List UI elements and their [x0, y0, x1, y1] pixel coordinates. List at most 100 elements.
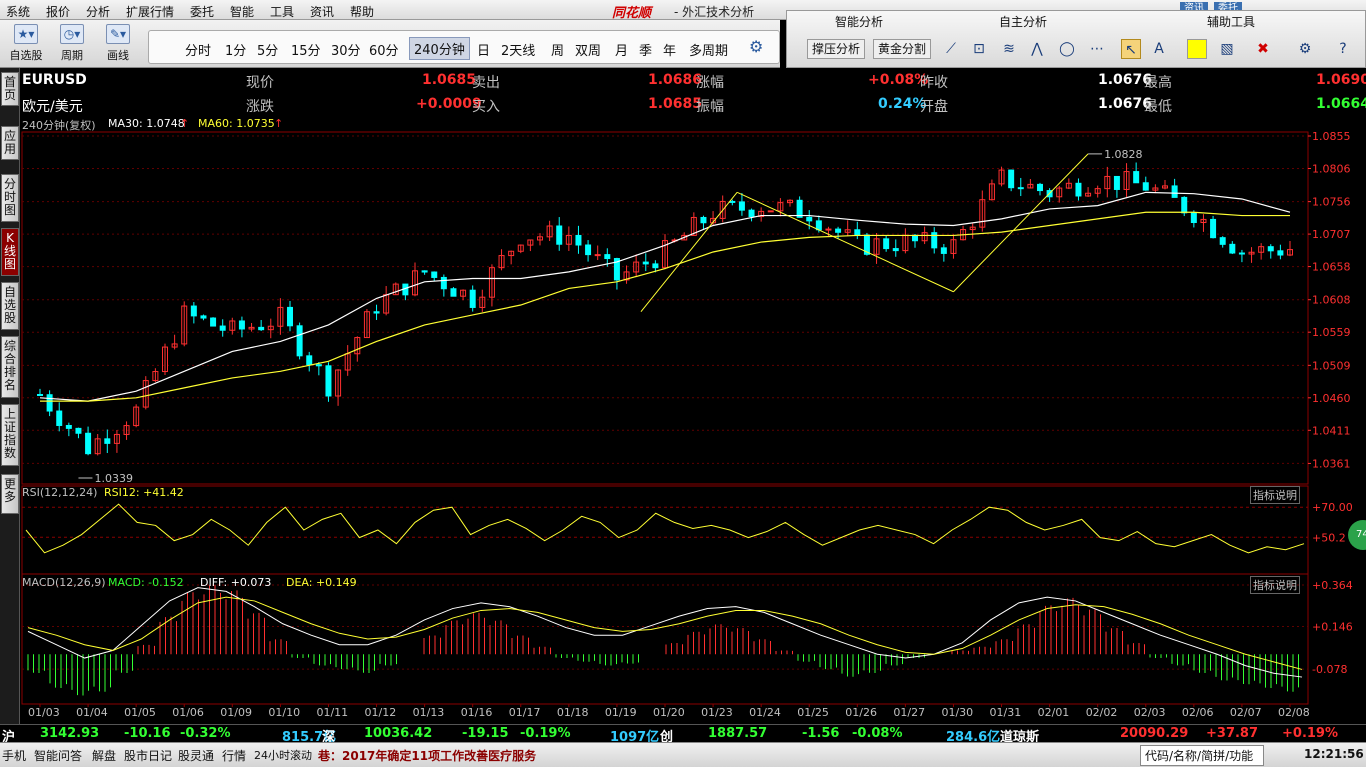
status-24h[interactable]: 24小时滚动 [254, 747, 312, 763]
menu-system[interactable]: 系统 [6, 3, 30, 20]
period-1min[interactable]: 1分 [225, 40, 246, 59]
date-tick-label: 01/13 [413, 706, 445, 719]
period-15min[interactable]: 15分 [291, 40, 321, 59]
candle-body [1219, 237, 1226, 245]
candle-body [892, 248, 899, 252]
date-tick-label: 01/03 [28, 706, 60, 719]
date-tick-label: 01/11 [316, 706, 348, 719]
period-month[interactable]: 月 [615, 40, 628, 59]
status-stock-spirit[interactable]: 股灵通 [178, 747, 214, 764]
menu-help[interactable]: 帮助 [350, 3, 374, 20]
ticker-cy-pct: -0.08% [852, 726, 903, 741]
rsi-tick-label: +70.00 [1312, 501, 1353, 514]
label-open: 开盘 [920, 99, 948, 115]
period-week[interactable]: 周 [551, 40, 564, 59]
sidebar-item-home[interactable]: 首页 [1, 72, 19, 106]
period-30min[interactable]: 30分 [331, 40, 361, 59]
wave-icon[interactable]: ⋀ [1027, 39, 1047, 59]
period-2day[interactable]: 2天线 [501, 40, 535, 59]
golden-split-button[interactable]: 黄金分割 [873, 39, 932, 59]
candle-body [258, 326, 265, 331]
settings-icon[interactable]: ⚙ [1295, 39, 1315, 59]
chart-canvas[interactable]: 1.0855 1.0806 1.0756 1.0707 1.0658 1.0608 1.05… [20, 116, 1366, 724]
period-2week[interactable]: 双周 [575, 40, 601, 59]
help-icon[interactable]: ? [1333, 39, 1353, 59]
kline-chart[interactable]: 1.0855 1.0806 1.0756 1.0707 1.0658 1.0608 1.05… [20, 116, 1366, 724]
candle-body [1037, 183, 1043, 192]
candle-body [190, 305, 197, 317]
candle-body [65, 424, 72, 429]
rsi-indicator-help[interactable]: 指标说明 [1250, 486, 1300, 504]
candle-body [1181, 196, 1188, 214]
star-icon: ★▾ [14, 24, 38, 44]
period-button[interactable]: ◷▾ 周期 [52, 24, 92, 66]
tool-panel: 智能分析 自主分析 辅助工具 撑压分析 黄金分割 ⟋ ⊡ ≋ ⋀ ◯ ⋯ ↖ A… [786, 10, 1366, 68]
pointer-icon[interactable]: ↖ [1121, 39, 1141, 59]
menu-quote[interactable]: 报价 [46, 3, 70, 20]
ellipse-icon[interactable]: ◯ [1057, 39, 1077, 59]
date-tick-label: 02/07 [1230, 706, 1262, 719]
period-5min[interactable]: 5分 [257, 40, 278, 59]
period-multi[interactable]: 多周期 [689, 40, 728, 59]
period-60min[interactable]: 60分 [369, 40, 399, 59]
sidebar-item-timeshare[interactable]: 分时图 [1, 174, 19, 222]
line-draw-icon[interactable]: ⟋ [941, 39, 961, 59]
menu-news[interactable]: 资讯 [310, 3, 334, 20]
delete-icon[interactable]: ✖ [1253, 39, 1273, 59]
menu-trade[interactable]: 委托 [190, 3, 214, 20]
self-select-button[interactable]: ★▾ 自选股 [6, 24, 46, 66]
macd-indicator-help[interactable]: 指标说明 [1250, 576, 1300, 594]
bottom-bar: 沪 3142.93 -10.16 -0.32% 815.7亿 深 10036.4… [0, 724, 1366, 767]
candle-body [594, 254, 601, 257]
price-tick-label: 1.0658 [1312, 261, 1351, 274]
status-analysis[interactable]: 解盘 [92, 747, 116, 764]
period-240min[interactable]: 240分钟 [409, 37, 470, 60]
sidebar-item-more[interactable]: 更多 [1, 474, 19, 514]
fib-icon[interactable]: ≋ [999, 39, 1019, 59]
date-tick-label: 01/12 [365, 706, 397, 719]
candle-body [287, 306, 293, 327]
status-smart-qa[interactable]: 智能问答 [34, 747, 82, 764]
label-rise: 涨幅 [696, 75, 724, 91]
support-pressure-button[interactable]: 撑压分析 [807, 39, 866, 59]
status-mobile[interactable]: 手机 [2, 747, 26, 764]
ma30-label: MA30: 1.0748 [108, 117, 185, 130]
period-year[interactable]: 年 [663, 40, 676, 59]
menu-analysis[interactable]: 分析 [86, 3, 110, 20]
sidebar-item-shanghai-index[interactable]: 上证指数 [1, 404, 19, 466]
text-icon[interactable]: A [1149, 39, 1169, 59]
period-season[interactable]: 季 [639, 40, 652, 59]
period-tick[interactable]: 分时 [185, 40, 211, 59]
trend-line [736, 191, 954, 293]
chart-period-label: 240分钟(复权) [22, 119, 96, 132]
brush-icon[interactable]: ▧ [1217, 39, 1237, 59]
news-headline[interactable]: 巷：2017年确定11项工作改善医疗服务 [318, 747, 536, 764]
sidebar: 首页 应用 分时图 K线图 自选股 综合排名 上证指数 更多 [0, 68, 20, 724]
sidebar-item-kline[interactable]: K线图 [1, 228, 19, 276]
menu-smart[interactable]: 智能 [230, 3, 254, 20]
label-now: 现价 [246, 75, 274, 91]
period-day[interactable]: 日 [477, 40, 490, 59]
rect-icon[interactable]: ⊡ [969, 39, 989, 59]
sidebar-item-ranking[interactable]: 综合排名 [1, 336, 19, 398]
candle-body [421, 270, 428, 273]
candle-body [1190, 212, 1197, 224]
sidebar-item-watchlist[interactable]: 自选股 [1, 282, 19, 330]
status-market[interactable]: 行情 [222, 747, 246, 764]
status-diary[interactable]: 股市日记 [124, 747, 172, 764]
date-tick-label: 02/01 [1038, 706, 1070, 719]
search-input[interactable]: 代码/名称/简拼/功能 [1140, 745, 1264, 766]
label-prev-close: 昨收 [920, 75, 948, 91]
sidebar-item-apps[interactable]: 应用 [1, 126, 19, 160]
color-icon[interactable] [1187, 39, 1207, 59]
candle-body [1133, 171, 1140, 184]
more-icon[interactable]: ⋯ [1087, 39, 1107, 59]
candle-body [556, 225, 563, 245]
gear-icon[interactable]: ⚙ [749, 37, 763, 56]
date-tick-label: 01/06 [172, 706, 204, 719]
menu-extended[interactable]: 扩展行情 [126, 3, 174, 20]
candle-body [1277, 250, 1284, 256]
draw-button[interactable]: ✎▾ 画线 [98, 24, 138, 66]
menu-tools[interactable]: 工具 [270, 3, 294, 20]
self-select-label: 自选股 [9, 49, 43, 62]
